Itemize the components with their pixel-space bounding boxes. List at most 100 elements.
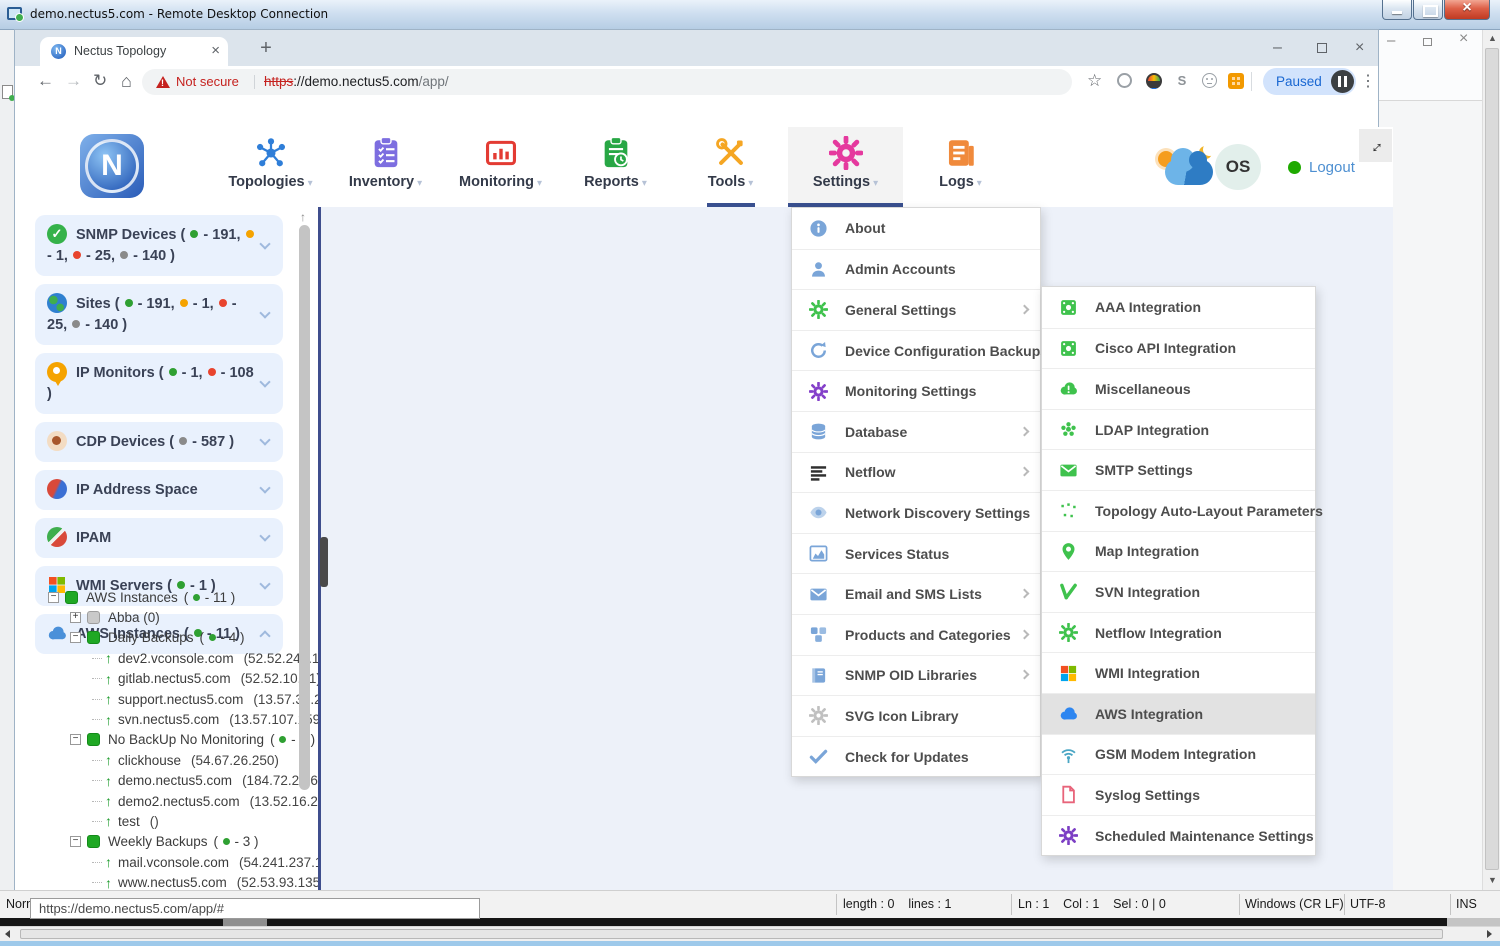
nectus-logo[interactable]: N	[80, 134, 144, 198]
nav-item-monitoring[interactable]: Monitoring▾	[443, 127, 558, 207]
reload-icon[interactable]: ↻	[93, 71, 107, 91]
menu-item-check-for-updates[interactable]: Check for Updates	[792, 736, 1040, 777]
sidebar-item-ip-monitors[interactable]: IP Monitors ( - 1, - 108 )	[35, 353, 283, 414]
menu-item-topology-auto-layout-parameters[interactable]: Topology Auto-Layout Parameters	[1042, 490, 1315, 531]
bookmark-star-icon[interactable]: ☆	[1087, 71, 1102, 91]
address-bar[interactable]: Not secure https://demo.nectus5.com/app/	[142, 69, 1072, 95]
collapse-icon[interactable]: −	[70, 632, 81, 643]
nav-item-settings[interactable]: Settings▾	[788, 127, 903, 207]
sidebar-item-sites[interactable]: Sites ( - 191, - 1, - 25, - 140 )	[35, 284, 283, 345]
tab-close-icon[interactable]: ×	[211, 42, 220, 59]
browser-menu-icon[interactable]: ⋮	[1360, 71, 1376, 91]
collapse-icon[interactable]: −	[70, 734, 81, 745]
menu-item-snmp-oid-libraries[interactable]: SNMP OID Libraries	[792, 655, 1040, 696]
sidebar-scrollbar-thumb[interactable]	[299, 225, 310, 790]
menu-item-services-status[interactable]: Services Status	[792, 533, 1040, 574]
horizontal-scrollbar[interactable]	[0, 926, 1500, 941]
tree-row-mail-vconsole-com[interactable]: ↑mail.vconsole.com(54.241.237.186)	[30, 852, 318, 872]
home-icon[interactable]: ⌂	[121, 71, 132, 92]
background-minimize-icon[interactable]: –	[1387, 32, 1395, 49]
browser-close-button[interactable]: ×	[1355, 39, 1364, 57]
tree-row-dev2-vconsole-com[interactable]: ↑dev2.vconsole.com(52.52.248.197)	[30, 648, 318, 668]
menu-item-map-integration[interactable]: Map Integration	[1042, 531, 1315, 572]
skype-extension-icon[interactable]: S	[1174, 73, 1190, 89]
collapse-icon[interactable]: −	[70, 836, 81, 847]
forward-icon[interactable]: →	[65, 71, 82, 91]
menu-item-general-settings[interactable]: General Settings	[792, 289, 1040, 330]
menu-item-gsm-modem-integration[interactable]: GSM Modem Integration	[1042, 734, 1315, 775]
menu-item-about[interactable]: About	[792, 208, 1040, 249]
canvas-scrollbar-thumb[interactable]	[320, 537, 328, 587]
back-icon[interactable]: ←	[37, 71, 54, 91]
menu-item-netflow-integration[interactable]: Netflow Integration	[1042, 612, 1315, 653]
user-avatar[interactable]: OS	[1215, 144, 1261, 190]
tree-row-test[interactable]: ↑test()	[30, 811, 318, 831]
menu-item-netflow[interactable]: Netflow	[792, 452, 1040, 493]
tree-row-demo2-nectus5-com[interactable]: ↑demo2.nectus5.com(13.52.16.27)	[30, 791, 318, 811]
menu-item-device-configuration-backups[interactable]: Device Configuration Backups	[792, 330, 1040, 371]
menu-item-miscellaneous[interactable]: Miscellaneous	[1042, 368, 1315, 409]
menu-item-aaa-integration[interactable]: AAA Integration	[1042, 287, 1315, 328]
background-restore-icon[interactable]	[1423, 38, 1432, 46]
scrollbar-thumb[interactable]	[1485, 48, 1499, 870]
tree-row-no-backup-no-monitoring[interactable]: −No BackUp No Monitoring( - 4 )	[30, 730, 318, 750]
browser-minimize-button[interactable]: –	[1273, 39, 1282, 57]
menu-item-email-and-sms-lists[interactable]: Email and SMS Lists	[792, 573, 1040, 614]
nav-item-logs[interactable]: Logs▾	[903, 127, 1018, 207]
gauge-extension-icon[interactable]: New	[1146, 73, 1162, 89]
rdp-close-button[interactable]	[1444, 0, 1490, 20]
scroll-left-icon[interactable]	[5, 930, 10, 938]
menu-item-cisco-api-integration[interactable]: Cisco API Integration	[1042, 328, 1315, 369]
menu-item-svn-integration[interactable]: SVN Integration	[1042, 571, 1315, 612]
logout-link[interactable]: Logout	[1309, 159, 1355, 176]
tree-row-gitlab-nectus5-com[interactable]: ↑gitlab.nectus5.com(52.52.10.41)	[30, 669, 318, 689]
fullscreen-button[interactable]: ↔	[1359, 129, 1392, 162]
background-close-icon[interactable]: ×	[1459, 30, 1468, 48]
face-extension-icon[interactable]	[1202, 73, 1217, 88]
menu-item-network-discovery-settings[interactable]: Network Discovery Settings	[792, 492, 1040, 533]
browser-tab[interactable]: N Nectus Topology ×	[40, 37, 228, 66]
sidebar-item-ipam[interactable]: IPAM	[35, 518, 283, 558]
nav-item-topologies[interactable]: Topologies▾	[213, 127, 328, 207]
tree-row-svn-nectus5-com[interactable]: ↑svn.nectus5.com(13.57.107.159)	[30, 709, 318, 729]
menu-item-aws-integration[interactable]: AWS Integration	[1042, 693, 1315, 734]
scroll-down-icon[interactable]: ▼	[1483, 875, 1500, 885]
menu-item-monitoring-settings[interactable]: Monitoring Settings	[792, 370, 1040, 411]
sidebar-item-snmp-devices[interactable]: SNMP Devices ( - 191, - 1, - 25, - 140 )	[35, 215, 283, 276]
rdp-maximize-button[interactable]	[1413, 0, 1443, 20]
extension-icon[interactable]	[1117, 73, 1132, 88]
expand-icon[interactable]: +	[70, 612, 81, 623]
tree-row-weekly-backups[interactable]: −Weekly Backups( - 3 )	[30, 832, 318, 852]
browser-maximize-button[interactable]	[1317, 43, 1327, 53]
tree-row-abba-0[interactable]: +Abba (0)	[30, 607, 318, 627]
menu-item-syslog-settings[interactable]: Syslog Settings	[1042, 774, 1315, 815]
rdp-minimize-button[interactable]	[1382, 0, 1412, 20]
menu-item-ldap-integration[interactable]: LDAP Integration	[1042, 409, 1315, 450]
not-secure-warning-icon[interactable]	[156, 76, 170, 88]
scroll-up-icon[interactable]: ▲	[1483, 33, 1500, 43]
scrollbar-thumb[interactable]	[20, 929, 1443, 939]
sidebar-item-ip-address-space[interactable]: IP Address Space	[35, 470, 283, 510]
menu-item-products-and-categories[interactable]: Products and Categories	[792, 614, 1040, 655]
tree-row-support-nectus5-com[interactable]: ↑support.nectus5.com(13.57.32.228	[30, 689, 318, 709]
scroll-right-icon[interactable]	[1487, 930, 1492, 938]
url-text[interactable]: https://demo.nectus5.com/app/	[264, 74, 449, 89]
background-vertical-scrollbar[interactable]: ▲ ▼	[1482, 30, 1500, 890]
menu-item-smtp-settings[interactable]: SMTP Settings	[1042, 449, 1315, 490]
menu-item-scheduled-maintenance-settings[interactable]: Scheduled Maintenance Settings	[1042, 815, 1315, 856]
sidebar-scroll-up-icon[interactable]: ↑	[300, 210, 306, 224]
menu-item-database[interactable]: Database	[792, 411, 1040, 452]
tree-row-aws-instances[interactable]: −AWS Instances( - 11 )	[30, 587, 318, 607]
sidebar-item-cdp-devices[interactable]: CDP Devices ( - 587 )	[35, 422, 283, 462]
nav-item-reports[interactable]: Reports▾	[558, 127, 673, 207]
menu-item-svg-icon-library[interactable]: SVG Icon Library	[792, 695, 1040, 736]
sync-paused-button[interactable]: Paused	[1263, 68, 1356, 95]
tree-row-daily-backups[interactable]: −Daily Backups( - 4 )	[30, 628, 318, 648]
menu-item-wmi-integration[interactable]: WMI Integration	[1042, 652, 1315, 693]
menu-item-admin-accounts[interactable]: Admin Accounts	[792, 249, 1040, 290]
new-tab-button[interactable]: +	[254, 38, 278, 60]
not-secure-label[interactable]: Not secure	[176, 74, 239, 89]
tree-row-clickhouse[interactable]: ↑clickhouse(54.67.26.250)	[30, 750, 318, 770]
nav-item-tools[interactable]: Tools▾	[673, 127, 788, 207]
tree-row-demo-nectus5-com[interactable]: ↑demo.nectus5.com(184.72.28.61)	[30, 771, 318, 791]
